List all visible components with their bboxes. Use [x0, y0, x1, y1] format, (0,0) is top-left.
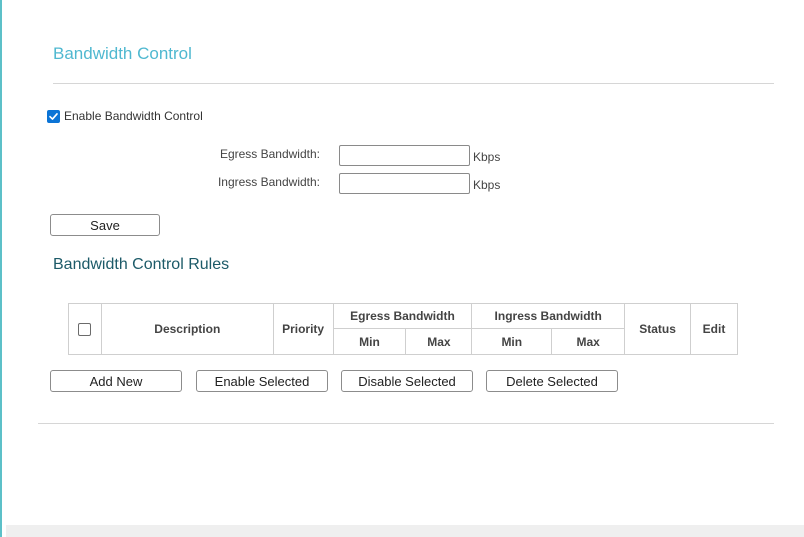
col-ingress-max: Max — [551, 328, 626, 355]
enable-bandwidth-label: Enable Bandwidth Control — [64, 109, 203, 123]
ingress-bandwidth-input[interactable] — [339, 173, 470, 194]
col-egress-min: Min — [332, 328, 407, 355]
egress-unit: Kbps — [473, 150, 501, 164]
delete-selected-button[interactable]: Delete Selected — [486, 370, 618, 392]
col-edit: Edit — [689, 303, 739, 355]
add-new-button[interactable]: Add New — [50, 370, 182, 392]
enable-bandwidth-control-row[interactable]: Enable Bandwidth Control — [47, 109, 203, 123]
disable-selected-button[interactable]: Disable Selected — [341, 370, 473, 392]
rules-table: Description Priority Egress Bandwidth In… — [68, 303, 739, 355]
footer-divider — [38, 423, 774, 424]
col-egress-max: Max — [405, 328, 473, 355]
save-button[interactable]: Save — [50, 214, 160, 236]
title-divider — [53, 83, 774, 84]
ingress-bandwidth-label: Ingress Bandwidth: — [217, 175, 320, 189]
enable-bandwidth-checkbox[interactable] — [47, 109, 60, 123]
select-all-checkbox[interactable] — [78, 323, 92, 337]
egress-bandwidth-label: Egress Bandwidth: — [219, 147, 320, 161]
select-all-cell — [68, 303, 102, 355]
enable-selected-button[interactable]: Enable Selected — [196, 370, 328, 392]
left-accent-border — [0, 0, 2, 537]
check-icon — [49, 112, 58, 120]
col-description: Description — [100, 303, 274, 355]
page-title: Bandwidth Control — [53, 44, 192, 63]
col-ingress-bandwidth: Ingress Bandwidth — [471, 303, 626, 329]
col-priority: Priority — [272, 303, 334, 355]
ingress-unit: Kbps — [473, 178, 501, 192]
col-ingress-min: Min — [471, 328, 553, 355]
col-egress-bandwidth: Egress Bandwidth — [332, 303, 473, 329]
rules-section-title: Bandwidth Control Rules — [53, 256, 230, 273]
bottom-band — [6, 525, 804, 537]
egress-bandwidth-input[interactable] — [339, 145, 470, 166]
col-status: Status — [624, 303, 691, 355]
